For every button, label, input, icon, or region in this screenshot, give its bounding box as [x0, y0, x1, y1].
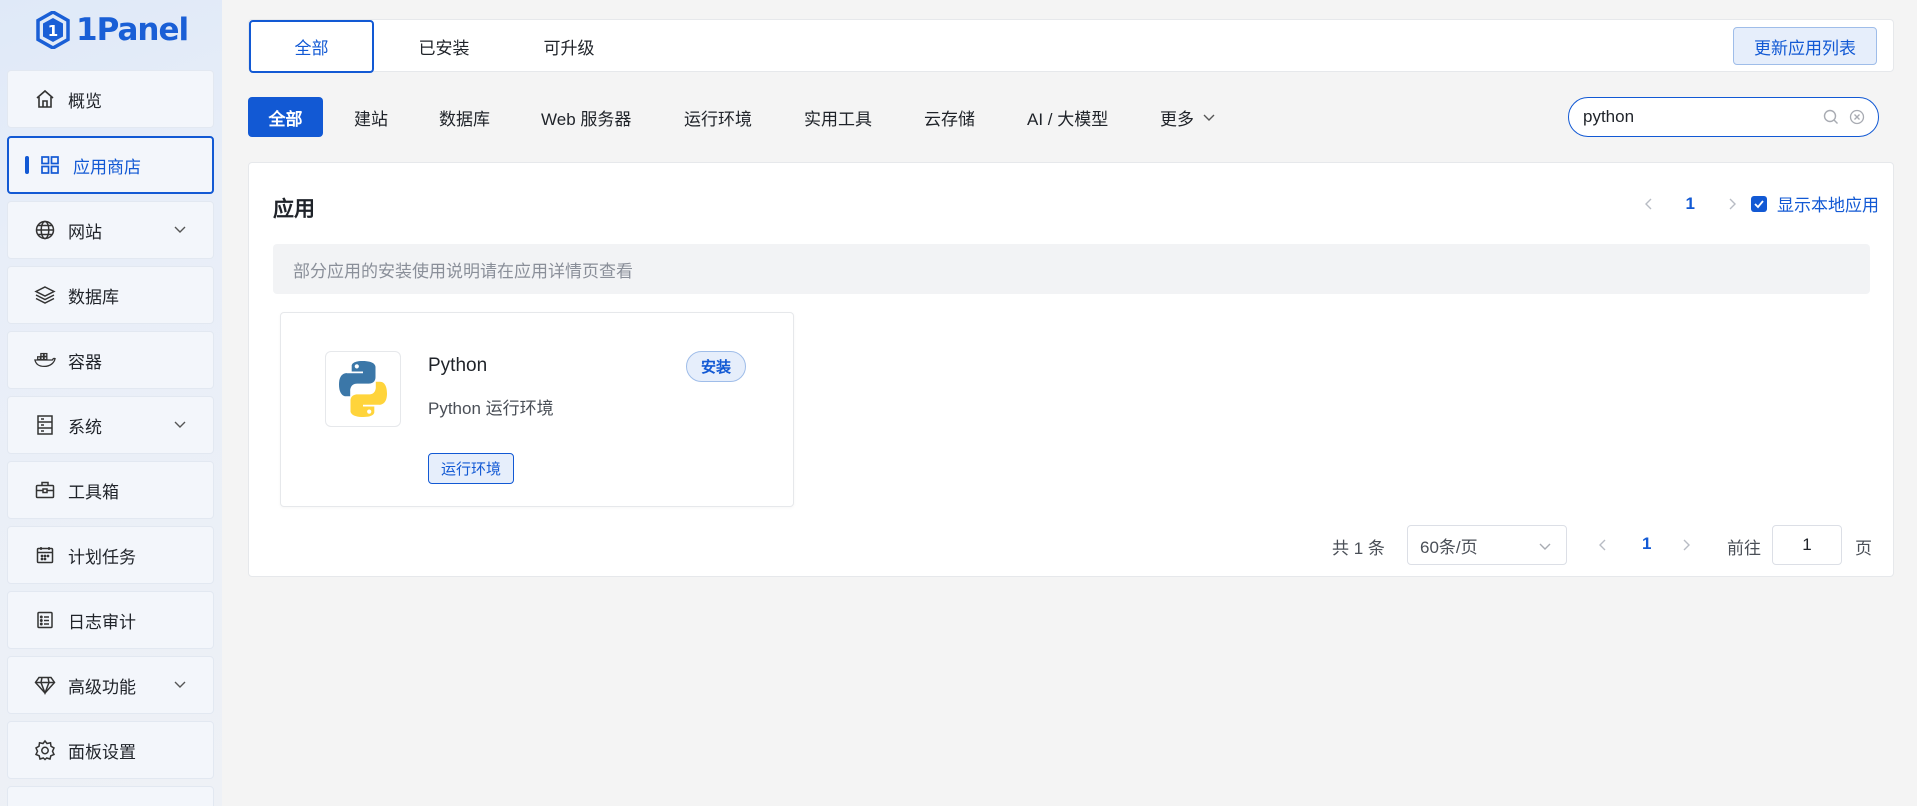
sidebar-item-database[interactable]: 数据库 [7, 266, 214, 324]
svg-text:1: 1 [48, 22, 58, 40]
category-more[interactable]: 更多 [1160, 97, 1216, 137]
category-more-label: 更多 [1160, 109, 1194, 129]
next-page-icon[interactable] [1679, 538, 1693, 552]
apps-panel: 应用 1 显示本地应用 部分应用的安装使用说明请在应用详情页查看 Python … [248, 162, 1894, 577]
sidebar-item-partial[interactable] [7, 786, 214, 806]
current-page[interactable]: 1 [1642, 534, 1651, 554]
category-runtime[interactable]: 运行环境 [684, 97, 752, 137]
search-input[interactable]: python [1568, 97, 1879, 137]
update-app-list-button[interactable]: 更新应用列表 [1733, 27, 1877, 65]
category-database[interactable]: 数据库 [439, 97, 490, 137]
sidebar: 1 1Panel 概览 应用商店 网站 数据库 容器 系统 工具箱 计划任务 日… [0, 0, 222, 806]
log-icon [34, 609, 56, 631]
chevron-down-icon [174, 226, 186, 233]
layers-icon [34, 284, 56, 306]
app-status-tabs: 全部 已安装 可升级 更新应用列表 [248, 19, 1894, 73]
chevron-down-icon [174, 421, 186, 428]
notice-banner: 部分应用的安装使用说明请在应用详情页查看 [273, 244, 1870, 294]
next-page-icon[interactable] [1725, 197, 1739, 211]
prev-page-icon[interactable] [1642, 197, 1656, 211]
page-size-value: 60条/页 [1420, 537, 1478, 557]
sidebar-item-label: 数据库 [68, 287, 119, 307]
sidebar-item-label: 应用商店 [73, 157, 141, 177]
globe-icon [34, 219, 56, 241]
active-indicator [25, 156, 29, 174]
sidebar-item-label: 容器 [68, 352, 102, 372]
sidebar-item-label: 网站 [68, 222, 102, 242]
category-all[interactable]: 全部 [248, 97, 323, 137]
top-pager: 1 显示本地应用 [1642, 191, 1879, 216]
server-icon [34, 414, 56, 436]
app-name: Python [428, 355, 488, 376]
sidebar-item-advanced[interactable]: 高级功能 [7, 656, 214, 714]
search-value: python [1583, 107, 1635, 126]
goto-page-input[interactable]: 1 [1772, 525, 1842, 565]
diamond-icon [34, 674, 56, 696]
toolbox-icon [34, 479, 56, 501]
grid-icon [39, 154, 61, 176]
show-local-label[interactable]: 显示本地应用 [1777, 191, 1879, 216]
sidebar-item-label: 系统 [68, 417, 102, 437]
category-website[interactable]: 建站 [354, 97, 388, 137]
sidebar-item-logs[interactable]: 日志审计 [7, 591, 214, 649]
sidebar-item-website[interactable]: 网站 [7, 201, 214, 259]
tab-installed[interactable]: 已安装 [389, 20, 499, 73]
page-suffix: 页 [1855, 539, 1872, 558]
python-logo-icon [325, 351, 401, 427]
category-web-server[interactable]: Web 服务器 [541, 97, 631, 137]
pagination: 共 1 条 60条/页 1 前往 1 页 [249, 525, 1895, 565]
home-icon [34, 88, 56, 110]
logo[interactable]: 1 1Panel [36, 8, 189, 52]
logo-text: 1Panel [76, 12, 189, 48]
section-title: 应用 [273, 198, 315, 221]
total-count: 共 1 条 [1332, 539, 1385, 558]
calendar-icon [34, 544, 56, 566]
chevron-down-icon [174, 681, 186, 688]
sidebar-item-settings[interactable]: 面板设置 [7, 721, 214, 779]
page-size-select[interactable]: 60条/页 [1407, 525, 1567, 565]
prev-page-icon[interactable] [1596, 538, 1610, 552]
category-tools[interactable]: 实用工具 [804, 97, 872, 137]
sidebar-item-container[interactable]: 容器 [7, 331, 214, 389]
check-icon [1754, 199, 1764, 208]
app-tag[interactable]: 运行环境 [428, 453, 514, 484]
tab-upgradable[interactable]: 可升级 [514, 20, 624, 73]
sidebar-item-app-store[interactable]: 应用商店 [7, 136, 214, 194]
sidebar-item-overview[interactable]: 概览 [7, 70, 214, 128]
category-ai[interactable]: AI / 大模型 [1027, 97, 1108, 137]
current-page[interactable]: 1 [1686, 194, 1695, 214]
sidebar-item-system[interactable]: 系统 [7, 396, 214, 454]
tab-all[interactable]: 全部 [249, 20, 374, 73]
app-card-python[interactable]: Python Python 运行环境 安装 运行环境 [280, 312, 794, 507]
sidebar-item-label: 高级功能 [68, 677, 136, 697]
sidebar-item-label: 计划任务 [68, 547, 136, 567]
sidebar-item-label: 概览 [68, 91, 102, 111]
sidebar-item-label: 工具箱 [68, 482, 119, 502]
search-icon [1823, 109, 1838, 124]
sidebar-item-toolbox[interactable]: 工具箱 [7, 461, 214, 519]
app-description: Python 运行环境 [428, 399, 554, 418]
docker-icon [34, 349, 56, 371]
show-local-checkbox[interactable] [1751, 195, 1767, 212]
sidebar-item-cron[interactable]: 计划任务 [7, 526, 214, 584]
sidebar-item-label: 面板设置 [68, 742, 136, 762]
gear-icon [34, 739, 56, 761]
install-button[interactable]: 安装 [686, 351, 746, 382]
chevron-down-icon [1539, 543, 1551, 550]
category-storage[interactable]: 云存储 [924, 97, 975, 137]
sidebar-item-label: 日志审计 [68, 612, 136, 632]
chevron-down-icon [1203, 114, 1215, 121]
goto-label: 前往 [1727, 539, 1761, 558]
clear-icon[interactable] [1849, 109, 1865, 125]
logo-icon: 1 [36, 11, 70, 49]
